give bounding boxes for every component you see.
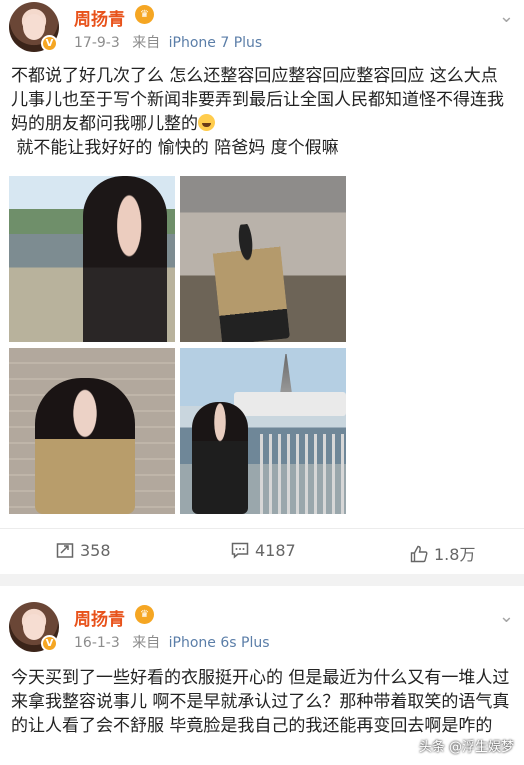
photo-1[interactable] bbox=[9, 176, 175, 342]
chevron-down-icon[interactable]: ⌄ bbox=[499, 6, 514, 27]
chevron-down-icon[interactable]: ⌄ bbox=[499, 606, 514, 627]
crown-icon: ♛ bbox=[135, 605, 154, 624]
thumbs-up-icon bbox=[410, 545, 428, 563]
photo-4[interactable] bbox=[180, 348, 346, 514]
photo-3[interactable] bbox=[9, 348, 175, 514]
comment-count: 4187 bbox=[255, 541, 296, 560]
post-header: V 周扬青 ♛ 16-1-3 来自 iPhone 6s Plus ⌄ bbox=[0, 600, 524, 660]
photo-grid bbox=[9, 176, 347, 514]
post-text-line: 就不能让我好好的 愉快的 陪爸妈 度个假嘛 bbox=[11, 138, 339, 158]
source-device-link[interactable]: iPhone 6s Plus bbox=[169, 635, 270, 651]
photo-2[interactable] bbox=[180, 176, 346, 342]
repost-button[interactable]: 358 bbox=[56, 541, 111, 563]
post-date: 16-1-3 bbox=[74, 635, 120, 651]
verified-badge-icon: V bbox=[41, 635, 58, 652]
post-meta: 16-1-3 来自 iPhone 6s Plus bbox=[74, 632, 270, 652]
like-count: 1.8万 bbox=[434, 545, 476, 564]
laugh-cry-emoji-icon bbox=[198, 114, 215, 131]
post-date: 17-9-3 bbox=[74, 35, 120, 51]
comment-icon bbox=[231, 542, 249, 559]
username[interactable]: 周扬青 bbox=[74, 5, 125, 30]
source-prefix: 来自 bbox=[132, 35, 161, 51]
repost-count: 358 bbox=[80, 541, 111, 560]
crown-icon: ♛ bbox=[135, 5, 154, 24]
post-meta: 17-9-3 来自 iPhone 7 Plus bbox=[74, 32, 262, 52]
post-text-main: 不都说了好几次了么 怎么还整容回应整容回应整容回应 这么大点儿事儿也至于写个新闻… bbox=[11, 66, 504, 134]
weibo-post-1: V 周扬青 ♛ 17-9-3 来自 iPhone 7 Plus ⌄ 不都说了好几… bbox=[0, 0, 524, 574]
source-device-link[interactable]: iPhone 7 Plus bbox=[169, 35, 263, 51]
weibo-post-2: V 周扬青 ♛ 16-1-3 来自 iPhone 6s Plus ⌄ 今天买到了… bbox=[0, 586, 524, 765]
repost-icon bbox=[56, 543, 74, 558]
source-prefix: 来自 bbox=[132, 635, 161, 651]
comment-button[interactable]: 4187 bbox=[231, 541, 296, 563]
like-button[interactable]: 1.8万 bbox=[410, 541, 476, 564]
watermark: 头条 @浮生娱梦 bbox=[418, 740, 514, 755]
post-header: V 周扬青 ♛ 17-9-3 来自 iPhone 7 Plus ⌄ bbox=[0, 0, 524, 60]
action-bar: 358 4187 1.8万 bbox=[0, 528, 524, 574]
post-text: 不都说了好几次了么 怎么还整容回应整容回应整容回应 这么大点儿事儿也至于写个新闻… bbox=[0, 60, 524, 160]
verified-badge-icon: V bbox=[41, 35, 58, 52]
post-text: 今天买到了一些好看的衣服挺开心的 但是最近为什么又有一堆人过来拿我整容说事儿 啊… bbox=[11, 668, 510, 736]
username[interactable]: 周扬青 bbox=[74, 605, 125, 630]
